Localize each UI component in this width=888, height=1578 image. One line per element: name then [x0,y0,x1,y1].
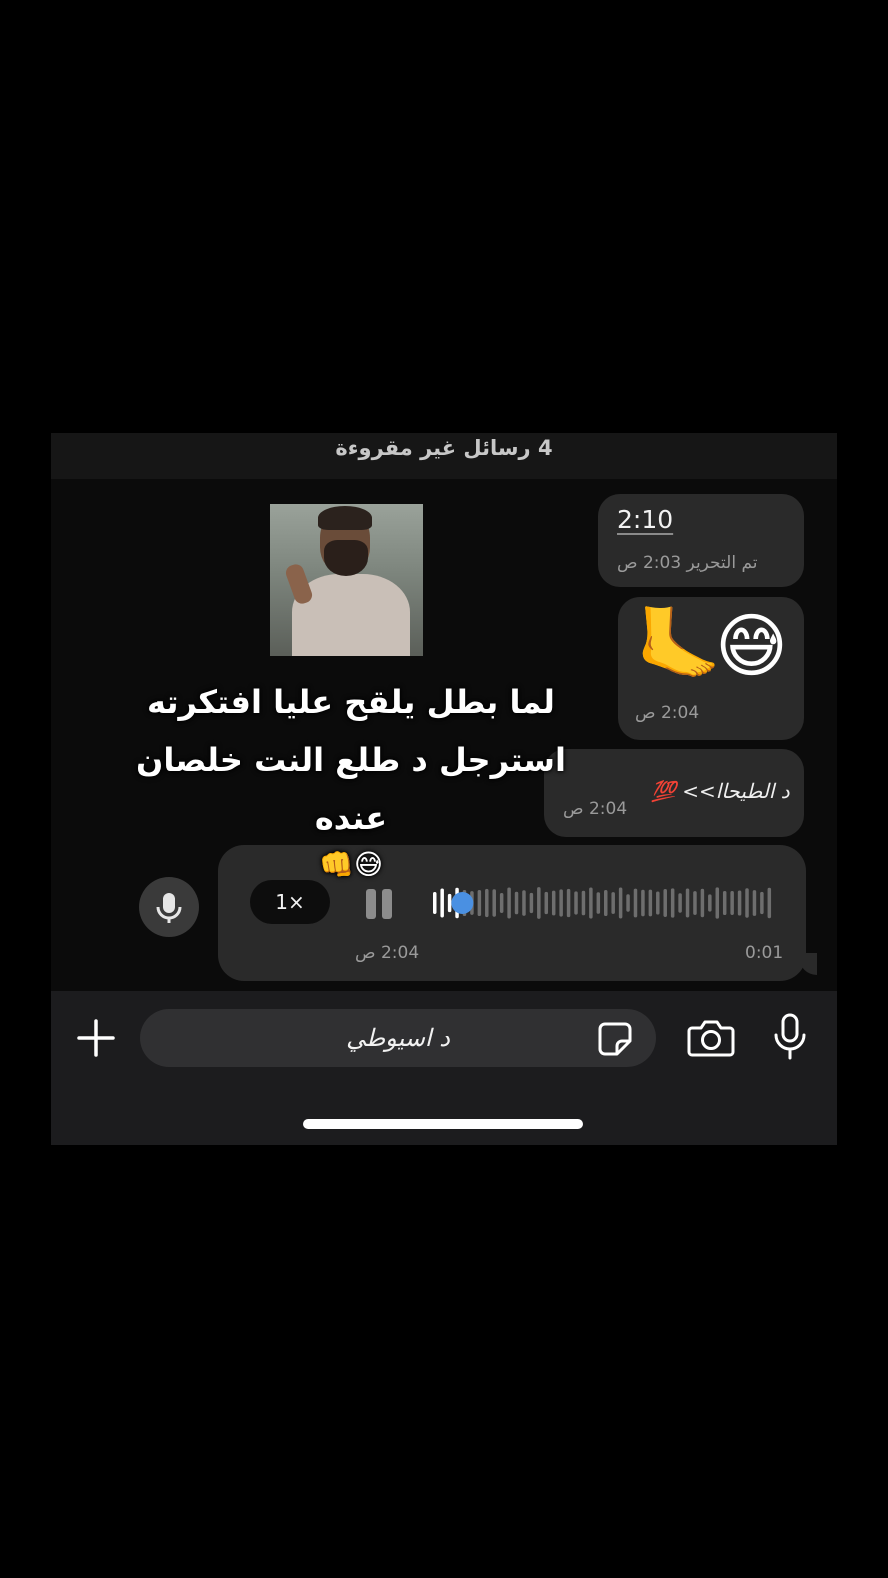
waveform-bar [574,891,578,915]
waveform-bar [618,887,623,919]
waveform-bar [648,889,653,917]
waveform-bar [685,888,690,918]
waveform-bar [581,890,586,916]
waveform-bar [492,889,496,917]
sticker-icon[interactable] [597,1021,633,1057]
waveform-bar [514,891,519,915]
voice-message-time: 2:04 ص [355,943,420,963]
waveform-bar [663,889,667,917]
waveform-bar [604,889,608,917]
waveform-bar [589,887,593,919]
video-caption: لما بطل يلقح عليا افتكرته استرجل د طلع ا… [101,673,601,883]
caption-line: استرجل د طلع النت خلصان عنده [136,741,566,837]
waveform-bar [737,890,742,916]
waveform-bar [752,890,757,916]
unread-messages-banner: 4 رسائل غير مقروءة [51,433,837,479]
waveform-bar [633,888,638,918]
waveform-bar [693,891,697,915]
message-input-value: د اسيوطي [346,1024,450,1052]
waveform-bar [440,888,444,918]
plus-icon[interactable] [75,1017,117,1059]
waveform-bar [559,889,563,917]
waveform-bar [767,887,772,919]
caption-line: 😅👊 [318,848,384,881]
message-text: 2:10 [617,505,674,534]
waveform-bar [700,888,705,918]
message-text: د الطيحاا>> 💯 [651,779,790,803]
foot-emoji: 🦶 [635,603,723,685]
microphone-icon[interactable] [773,1013,807,1061]
waveform-bar [433,892,437,914]
waveform-bar [678,893,682,913]
waveform-bar [447,893,452,913]
waveform-bar [551,890,556,916]
waveform-bar [715,887,720,919]
waveform-bar [522,890,526,916]
waveform-bar [566,888,571,918]
message-time: 2:04 ص [635,703,700,723]
waveform-bar [745,888,749,918]
waveform-bar [537,887,541,919]
voice-duration: 0:01 [745,943,784,963]
microphone-icon [139,877,199,937]
waveform-bar [722,890,727,916]
waveform-bar [596,892,601,914]
waveform-bar [544,891,549,915]
waveform-bar [641,889,645,917]
waveform-bar [499,893,504,913]
waveform-bar [670,888,675,918]
waveform-bar [708,894,712,912]
waveform-bar [730,890,734,916]
waveform-bar [507,887,511,919]
voice-waveform[interactable] [431,881,773,925]
waveform-bar [485,888,489,918]
edited-status: تم التحرير 2:03 ص [617,553,758,573]
playback-speed-button[interactable]: 1× [250,880,330,924]
message-text-field[interactable]: د اسيوطي [140,1009,656,1067]
waveform-bar [477,889,482,917]
caption-line: لما بطل يلقح عليا افتكرته [147,683,555,721]
bubble-tail [799,953,817,975]
chat-screen: 4 رسائل غير مقروءة 2:10 تم التحرير 2:03 … [51,433,837,1145]
pause-icon[interactable] [366,889,396,919]
waveform-bar [626,894,630,912]
camera-icon[interactable] [687,1017,735,1059]
playback-progress-dot[interactable] [451,892,474,914]
waveform-bar [656,891,660,915]
video-overlay-photo [270,504,423,656]
waveform-bar [760,891,764,915]
home-indicator [303,1119,583,1129]
waveform-bar [529,892,534,914]
sweat-smile-emoji: 😅 [715,605,788,687]
waveform-bar [611,892,615,914]
